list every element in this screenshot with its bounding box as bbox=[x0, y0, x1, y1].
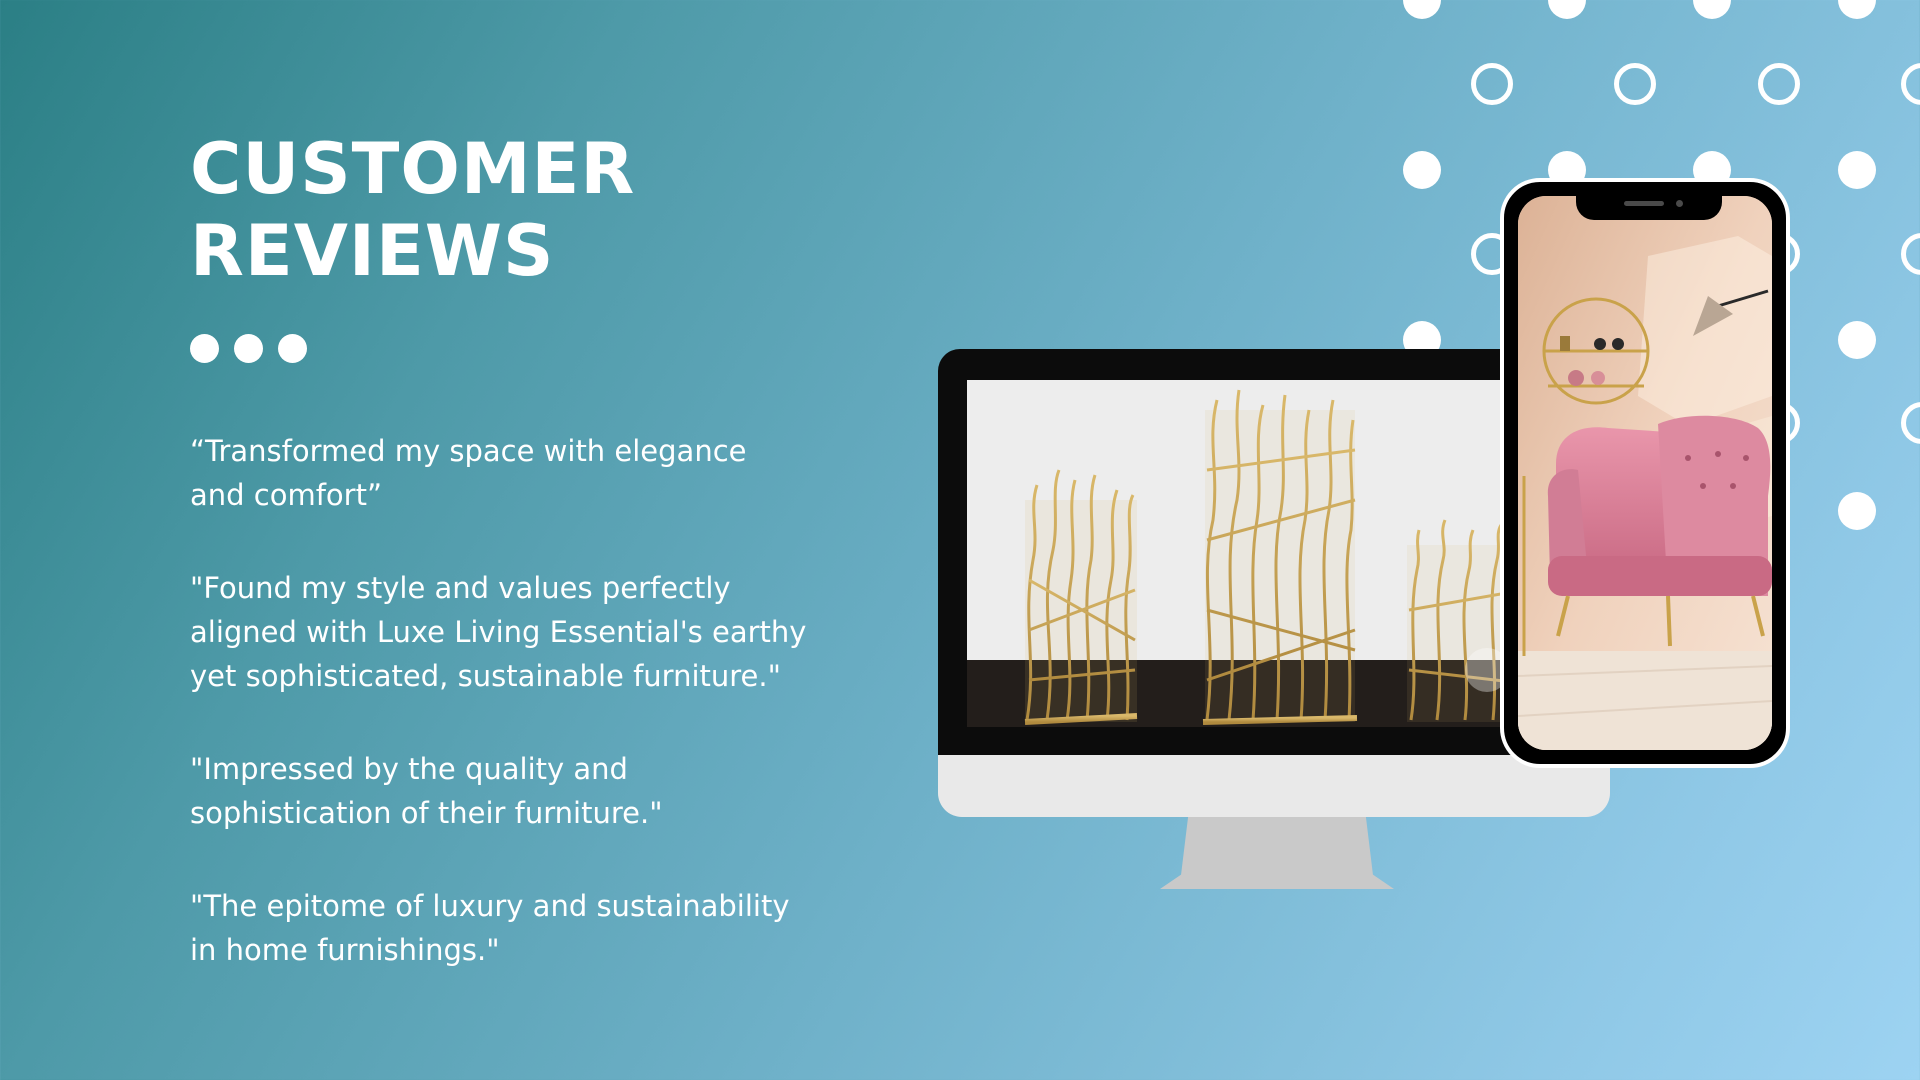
smartphone-mockup bbox=[1500, 178, 1790, 768]
dot-icon bbox=[234, 334, 263, 363]
phone-screen-image bbox=[1518, 196, 1772, 750]
phone-notch bbox=[1576, 192, 1722, 220]
title-dots-decoration bbox=[190, 334, 307, 363]
review-quote: "The epitome of luxury and sustainabilit… bbox=[190, 889, 790, 967]
monitor-screen-image bbox=[967, 380, 1581, 727]
monitor-chin bbox=[938, 755, 1610, 817]
camera-icon bbox=[1676, 200, 1683, 207]
review-quote: "Impressed by the quality and sophistica… bbox=[190, 752, 663, 830]
slide: CUSTOMER REVIEWS “Transformed my space w… bbox=[0, 0, 1920, 1080]
monitor-stand bbox=[1160, 817, 1394, 889]
reviews-list: “Transformed my space with elegance and … bbox=[190, 429, 810, 1021]
dot-icon bbox=[278, 334, 307, 363]
dot-icon bbox=[190, 334, 219, 363]
pink-armchair-illustration bbox=[1518, 196, 1772, 750]
title-line-2: REVIEWS bbox=[190, 210, 555, 292]
title-line-1: CUSTOMER bbox=[190, 128, 636, 210]
review-quote: “Transformed my space with elegance and … bbox=[190, 434, 747, 512]
lantern-sculptures-illustration bbox=[967, 380, 1581, 727]
speaker-icon bbox=[1624, 201, 1664, 206]
page-title: CUSTOMER REVIEWS bbox=[190, 128, 635, 292]
review-quote: "Found my style and values perfectly ali… bbox=[190, 571, 807, 693]
